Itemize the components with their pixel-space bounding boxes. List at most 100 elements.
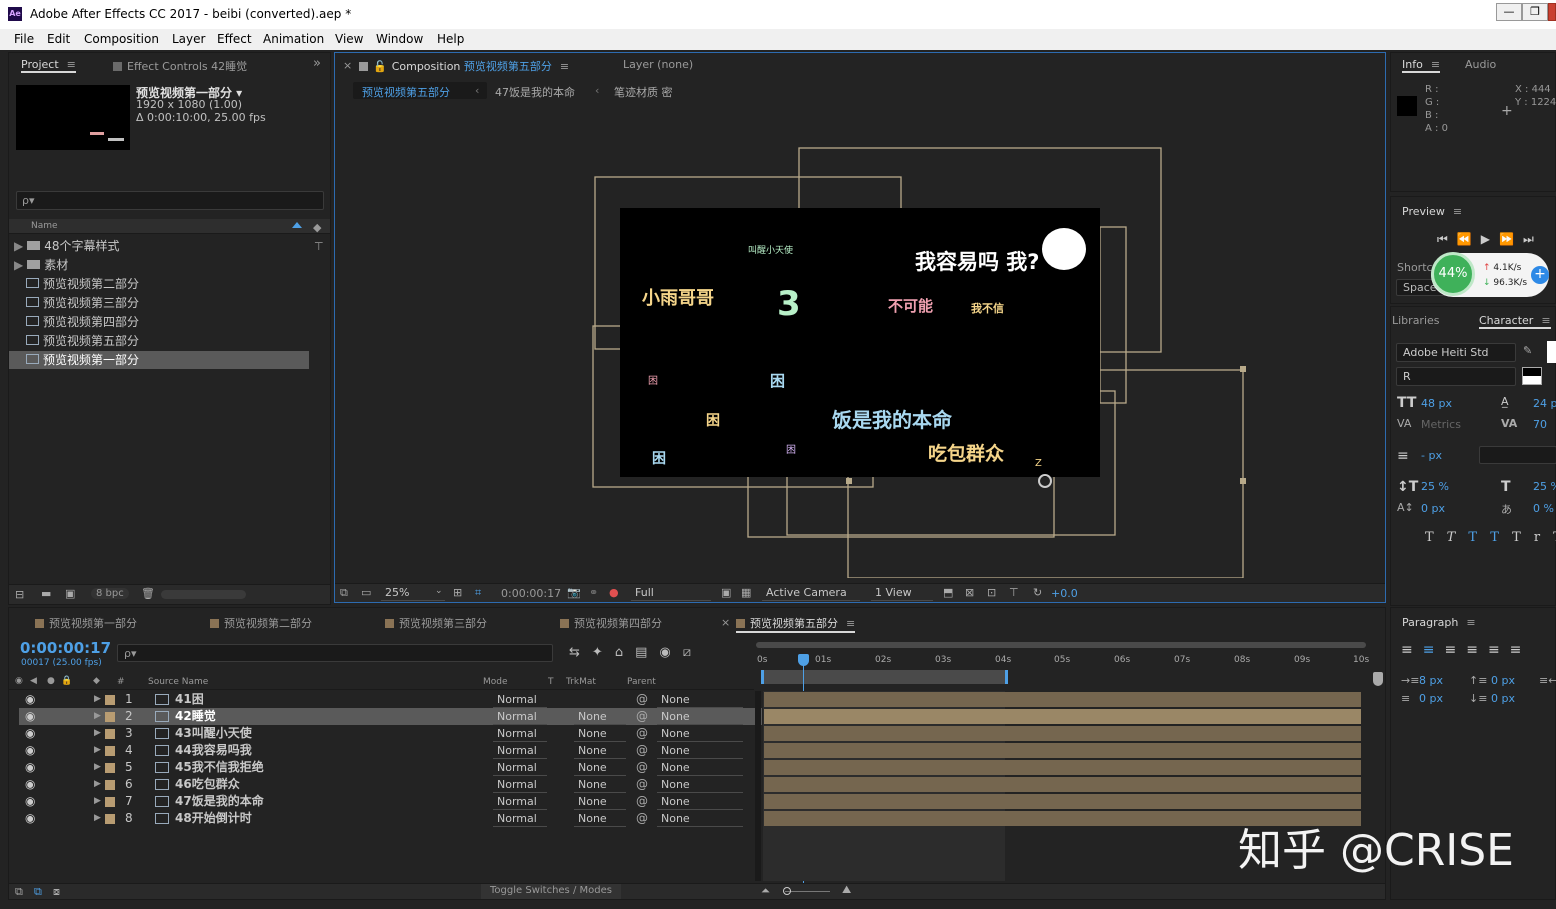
handle[interactable]	[1240, 366, 1246, 372]
video-switch-icon[interactable]: ◉	[15, 676, 23, 686]
trkmat-select[interactable]: None	[574, 811, 626, 827]
justify-center-icon[interactable]: ≡	[1488, 642, 1510, 658]
col-name[interactable]: Name	[31, 221, 58, 231]
small-caps-icon[interactable]: Tr	[1512, 530, 1553, 545]
tab-layer[interactable]: Layer (none)	[623, 58, 693, 71]
monitor-icon[interactable]: ▭	[361, 586, 371, 599]
mode-select[interactable]: Normal	[493, 692, 547, 708]
parent-select[interactable]: None	[657, 709, 743, 725]
flowchart-icon[interactable]: ⊤	[1009, 586, 1019, 599]
eye-icon[interactable]: ◉	[25, 742, 35, 759]
menu-icon[interactable]: ≡	[1541, 314, 1550, 327]
trash-icon[interactable]: 🗑	[141, 587, 155, 600]
parent-select[interactable]: None	[657, 811, 743, 827]
expand-arrow-icon[interactable]: ▶	[94, 759, 101, 776]
menu-composition[interactable]: Composition	[84, 32, 159, 46]
layer-row-3[interactable]: ◉ ▶ 3 43叫醒小天使 Normal None @ None	[19, 725, 762, 742]
eye-icon[interactable]: ◉	[25, 810, 35, 827]
menu-animation[interactable]: Animation	[263, 32, 324, 46]
render-range[interactable]	[761, 670, 1008, 684]
sort-icon[interactable]	[292, 222, 302, 228]
eye-icon[interactable]: ◉	[25, 776, 35, 793]
pickwhip-icon[interactable]: @	[636, 793, 648, 810]
layer-row-1[interactable]: ◉ ▶ 1 41困 Normal @ None	[19, 691, 762, 708]
eye-icon[interactable]: ◉	[25, 691, 35, 708]
mode-select[interactable]: Normal	[493, 743, 547, 759]
font-family-select[interactable]: Adobe Heiti Std	[1396, 343, 1516, 362]
close-button[interactable]	[1548, 3, 1556, 21]
new-folder-icon[interactable]: ▬	[41, 587, 51, 600]
tab-libraries[interactable]: Libraries	[1392, 314, 1440, 327]
layer-name[interactable]: 44我容易吗我	[175, 742, 252, 759]
last-frame-icon[interactable]: ⏭	[1523, 232, 1543, 246]
menu-help[interactable]: Help	[437, 32, 464, 46]
zoom-out-icon[interactable]: ⏶	[761, 884, 770, 898]
trkmat-select[interactable]: None	[574, 726, 626, 742]
toggle-switches-modes-button[interactable]: Toggle Switches / Modes	[481, 884, 621, 899]
fast-previews-icon[interactable]: ⊠	[965, 586, 974, 599]
in-out-icon[interactable]: ⧇	[53, 885, 60, 899]
mode-select[interactable]: Normal	[493, 794, 547, 810]
breadcrumb-comp-5[interactable]: 预览视频第五部分	[362, 84, 450, 100]
mode-select[interactable]: Normal	[493, 777, 547, 793]
pickwhip-icon[interactable]: @	[636, 708, 648, 725]
parent-select[interactable]: None	[657, 777, 743, 793]
first-frame-icon[interactable]: ⏮	[1437, 232, 1457, 246]
fill-color-swatch[interactable]	[1547, 341, 1556, 363]
audio-switch-icon[interactable]: ◀	[30, 676, 37, 686]
menu-edit[interactable]: Edit	[47, 32, 70, 46]
layer-switches-icon[interactable]: ⧉	[15, 885, 23, 899]
layer-name[interactable]: 41困	[175, 691, 204, 708]
layer-row-8[interactable]: ◉ ▶ 8 48开始倒计时 Normal None @ None	[19, 810, 762, 827]
layer-name[interactable]: 42睡觉	[175, 708, 216, 725]
camera-select[interactable]: Active Camera	[762, 585, 860, 601]
parent-select[interactable]: None	[657, 743, 743, 759]
transfer-controls-icon[interactable]: ⧉	[34, 885, 42, 899]
layer-bar-3[interactable]	[764, 726, 1361, 741]
exposure-value[interactable]: +0.0	[1051, 587, 1078, 600]
anchor-point-icon[interactable]	[1038, 474, 1052, 488]
label-color-icon[interactable]	[105, 797, 115, 807]
snapshot-icon[interactable]: 📷	[567, 586, 581, 599]
timeline-search-input[interactable]: ρ▾	[117, 644, 553, 662]
fit-icon[interactable]: ⊞	[453, 586, 462, 599]
layer-row-5[interactable]: ◉ ▶ 5 45我不信我拒绝 Normal None @ None	[19, 759, 762, 776]
leading-value[interactable]: 24 px	[1533, 397, 1556, 410]
tracking-value[interactable]: 70	[1533, 418, 1547, 431]
label-color-icon[interactable]	[105, 729, 115, 739]
graph-editor-icon[interactable]: ⧄	[683, 645, 703, 660]
work-area-bar[interactable]	[756, 642, 1366, 648]
list-item-comp-1[interactable]: 预览视频第一部分	[9, 351, 309, 369]
label-color-icon[interactable]	[105, 695, 115, 705]
view-layout-select[interactable]: 1 View	[871, 585, 933, 601]
bpc-button[interactable]: 8 bpc	[91, 588, 129, 599]
stroke-type-select[interactable]	[1479, 446, 1556, 464]
solo-icon[interactable]: ●	[47, 676, 55, 686]
tab-character[interactable]: Character ≡	[1479, 314, 1551, 329]
space-before-value[interactable]: 0 px	[1491, 674, 1515, 687]
trkmat-select[interactable]: None	[574, 743, 626, 759]
prev-frame-icon[interactable]: ⏪	[1457, 232, 1481, 246]
trkmat-select[interactable]: None	[574, 777, 626, 793]
label-tag-icon[interactable]: ◆	[93, 676, 100, 686]
pickwhip-icon[interactable]: @	[636, 691, 648, 708]
stroke-width-value[interactable]: - px	[1421, 449, 1442, 462]
transparency-grid-icon[interactable]: ▦	[741, 586, 751, 599]
layer-name[interactable]: 48开始倒计时	[175, 810, 252, 827]
trkmat-select[interactable]: None	[574, 760, 626, 776]
tab-project[interactable]: Project ≡	[21, 58, 76, 73]
maximize-button[interactable]: ❐	[1522, 3, 1548, 21]
parent-select[interactable]: None	[657, 692, 743, 708]
expand-arrow-icon[interactable]: ▶	[94, 793, 101, 810]
align-right-icon[interactable]: ≡	[1444, 642, 1466, 658]
toggle-pixel-icon[interactable]: ⬒	[943, 586, 953, 599]
parent-select[interactable]: None	[657, 760, 743, 776]
current-time-field[interactable]: 0:00:00:17	[501, 587, 561, 600]
menu-view[interactable]: View	[335, 32, 363, 46]
region-icon[interactable]: ▣	[721, 586, 731, 599]
interpret-footage-icon[interactable]: ⊟	[15, 588, 24, 601]
indent-left-value[interactable]: 8 px	[1419, 674, 1443, 687]
tab-info[interactable]: Info ≡	[1402, 58, 1441, 73]
font-style-select[interactable]: R	[1396, 367, 1516, 386]
playhead-handle[interactable]	[798, 654, 809, 666]
